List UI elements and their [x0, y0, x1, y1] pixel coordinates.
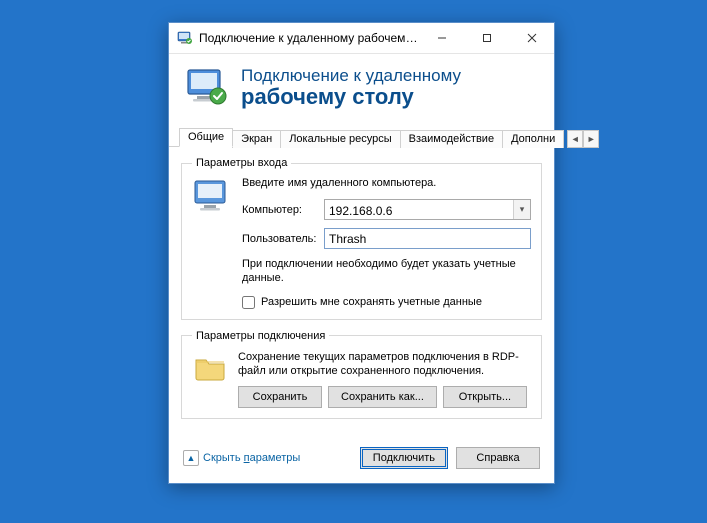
tab-scroll-controls: ◄ ►	[567, 130, 599, 148]
dialog-header: Подключение к удаленному рабочему столу	[169, 54, 554, 124]
collapse-up-icon: ▲	[183, 450, 199, 466]
save-as-button[interactable]: Сохранить как...	[328, 386, 437, 408]
chevron-left-icon: ◄	[571, 134, 580, 144]
header-title: Подключение к удаленному рабочему столу	[241, 67, 461, 110]
close-button[interactable]	[509, 23, 554, 53]
help-button[interactable]: Справка	[456, 447, 540, 469]
tab-display[interactable]: Экран	[232, 130, 281, 148]
titlebar: Подключение к удаленному рабочему с...	[169, 23, 554, 54]
tab-advanced[interactable]: Дополни	[502, 130, 564, 148]
tab-scroll-left-button[interactable]: ◄	[567, 130, 583, 148]
connection-settings-group: Параметры подключения Сохранение текущих…	[181, 330, 542, 420]
maximize-button[interactable]	[464, 23, 509, 53]
computer-icon	[192, 177, 232, 217]
tab-experience[interactable]: Взаимодействие	[400, 130, 503, 148]
chevron-down-icon: ▾	[520, 204, 525, 215]
credentials-note: При подключении необходимо будет указать…	[242, 257, 531, 286]
user-label: Пользователь:	[242, 233, 324, 245]
hide-options-label: Скрыть параметры	[203, 452, 300, 464]
computer-combobox[interactable]: ▾	[324, 199, 531, 220]
tab-general[interactable]: Общие	[179, 128, 233, 147]
header-line2: рабочему столу	[241, 85, 461, 109]
open-button[interactable]: Открыть...	[443, 386, 527, 408]
connection-desc: Сохранение текущих параметров подключени…	[238, 350, 531, 379]
minimize-button[interactable]	[419, 23, 464, 53]
save-credentials-checkbox[interactable]: Разрешить мне сохранять учетные данные	[242, 296, 531, 309]
window-title: Подключение к удаленному рабочему с...	[199, 31, 419, 45]
rdp-app-icon	[177, 30, 193, 46]
chevron-right-icon: ►	[587, 134, 596, 144]
connection-settings-legend: Параметры подключения	[192, 330, 329, 342]
connect-button[interactable]: Подключить	[360, 447, 448, 469]
folder-icon	[192, 350, 228, 386]
computer-input[interactable]	[325, 200, 513, 221]
user-input[interactable]	[324, 228, 531, 249]
rdp-large-icon	[185, 66, 229, 110]
dialog-footer: ▲ Скрыть параметры Подключить Справка	[169, 437, 554, 483]
header-line1: Подключение к удаленному	[241, 67, 461, 86]
computer-dropdown-button[interactable]: ▾	[513, 200, 530, 219]
tab-scroll-right-button[interactable]: ►	[583, 130, 599, 148]
login-intro-text: Введите имя удаленного компьютера.	[242, 177, 531, 189]
save-button[interactable]: Сохранить	[238, 386, 322, 408]
save-credentials-check-input[interactable]	[242, 296, 255, 309]
rdp-dialog-window: Подключение к удаленному рабочему с... П…	[168, 22, 555, 484]
tab-content-general: Параметры входа Введите имя удаленного к…	[169, 147, 554, 437]
save-credentials-label: Разрешить мне сохранять учетные данные	[261, 296, 482, 308]
hide-options-link[interactable]: ▲ Скрыть параметры	[183, 450, 352, 466]
login-settings-group: Параметры входа Введите имя удаленного к…	[181, 157, 542, 320]
tab-local-resources[interactable]: Локальные ресурсы	[280, 130, 400, 148]
login-settings-legend: Параметры входа	[192, 157, 291, 169]
tab-strip: Общие Экран Локальные ресурсы Взаимодейс…	[169, 124, 554, 147]
computer-label: Компьютер:	[242, 204, 324, 216]
